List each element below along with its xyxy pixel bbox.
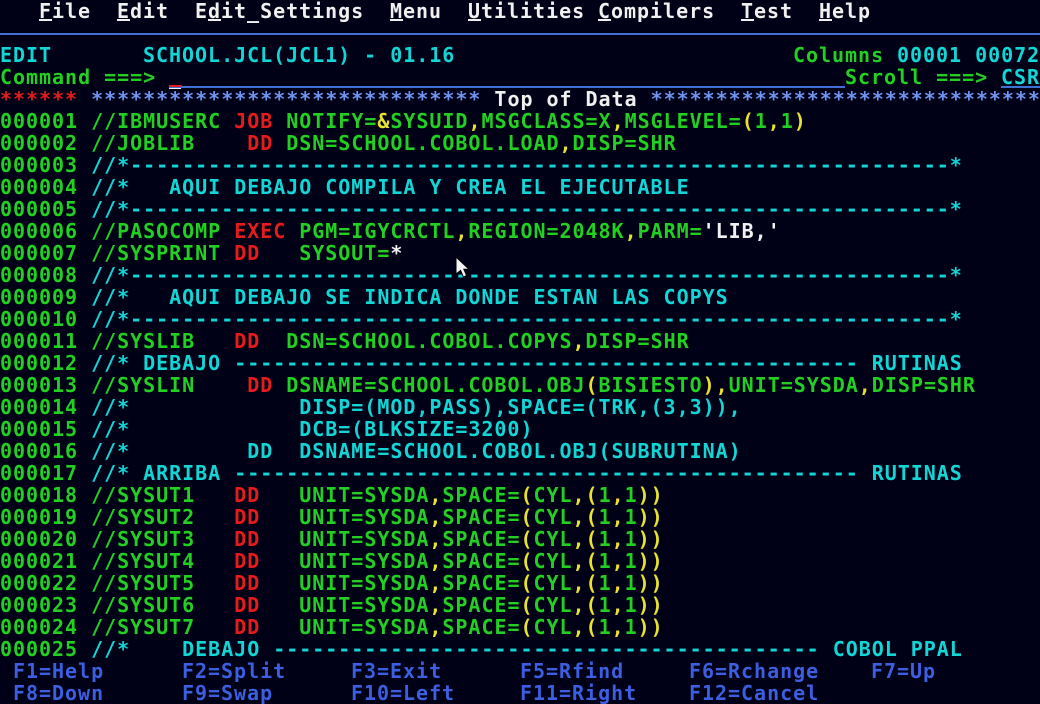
editor-line[interactable]: 000004 //* AQUI DEBAJO COMPILA Y CREA EL… — [0, 176, 1040, 198]
fkey-row-2: F8=Down F9=Swap F10=Left F11=Right F12=Cance… — [0, 682, 1040, 704]
menu-bar: File Edit Edit_Settings Menu Utilities Compil… — [0, 0, 1040, 22]
editor-line[interactable]: 000007 //SYSPRINT DD SYSOUT=* — [0, 242, 1040, 264]
editor-line[interactable]: 000023 //SYSUT6 DD UNIT=SYSDA,SPACE=(CYL… — [0, 594, 1040, 616]
dataset-title: SCHOOL.JCL(JCL1) - 01.16 — [143, 44, 455, 66]
editor-line[interactable]: 000005 //*------------------------------… — [0, 198, 1040, 220]
editor-line[interactable]: 000003 //*------------------------------… — [0, 154, 1040, 176]
menu-item-compilers[interactable]: Compilers — [598, 0, 715, 22]
editor-line[interactable]: 000006 //PASOCOMP EXEC PGM=IGYCRCTL,REGI… — [0, 220, 1040, 242]
fkey-f2[interactable]: F2=Split — [182, 660, 286, 682]
command-row: Command ===> _ Scroll ===> CSR — [0, 66, 1040, 88]
editor-line[interactable]: 000010 //*------------------------------… — [0, 308, 1040, 330]
fkey-f10[interactable]: F10=Left — [351, 682, 455, 704]
editor-line[interactable]: 000012 //* DEBAJO ----------------------… — [0, 352, 1040, 374]
editor-line[interactable]: 000002 //JOBLIB DD DSN=SCHOOL.COBOL.LOAD… — [0, 132, 1040, 154]
fkey-f11[interactable]: F11=Right — [520, 682, 637, 704]
fkey-f8[interactable]: F8=Down — [13, 682, 104, 704]
fkey-f3[interactable]: F3=Exit — [351, 660, 442, 682]
editor-line[interactable]: 000015 //* DCB=(BLKSIZE=3200) — [0, 418, 1040, 440]
editor-line[interactable]: 000008 //*------------------------------… — [0, 264, 1040, 286]
menu-item-edit-settings[interactable]: Edit_Settings — [195, 0, 364, 22]
editor-line[interactable]: 000014 //* DISP=(MOD,PASS),SPACE=(TRK,(3… — [0, 396, 1040, 418]
menu-item-test[interactable]: Test — [741, 0, 793, 22]
columns-label: Columns — [793, 44, 884, 66]
fkey-f7[interactable]: F7=Up — [871, 660, 936, 682]
editor-line[interactable]: 000022 //SYSUT5 DD UNIT=SYSDA,SPACE=(CYL… — [0, 572, 1040, 594]
terminal-screen: File Edit Edit_Settings Menu Utilities Compil… — [0, 0, 1040, 704]
editor-line[interactable]: 000018 //SYSUT1 DD UNIT=SYSDA,SPACE=(CYL… — [0, 484, 1040, 506]
menu-item-utilities[interactable]: Utilities — [468, 0, 585, 22]
editor-line[interactable]: 000021 //SYSUT4 DD UNIT=SYSDA,SPACE=(CYL… — [0, 550, 1040, 572]
scroll-value-field[interactable]: CSR — [1001, 66, 1040, 88]
fkey-f12[interactable]: F12=Cancel — [689, 682, 819, 704]
fkey-f9[interactable]: F9=Swap — [182, 682, 273, 704]
editor-line[interactable]: 000019 //SYSUT2 DD UNIT=SYSDA,SPACE=(CYL… — [0, 506, 1040, 528]
screen-mode-label: EDIT — [0, 44, 52, 66]
menu-item-edit[interactable]: Edit — [117, 0, 169, 22]
editor-line[interactable]: 000001 //IBMUSERC JOB NOTIFY=&SYSUID,MSG… — [0, 110, 1040, 132]
header-row: EDIT SCHOOL.JCL(JCL1) - 01.16 Columns 00… — [0, 44, 1040, 66]
mouse-pointer — [455, 257, 471, 279]
top-of-data-line: ****** ****************************** To… — [0, 88, 1040, 110]
fkey-f5[interactable]: F5=Rfind — [520, 660, 624, 682]
editor-line[interactable]: 000024 //SYSUT7 DD UNIT=SYSDA,SPACE=(CYL… — [0, 616, 1040, 638]
editor-line[interactable]: 000011 //SYSLIB DD DSN=SCHOOL.COBOL.COPY… — [0, 330, 1040, 352]
columns-value: 00001 00072 — [897, 44, 1040, 66]
scroll-label: Scroll ===> — [845, 66, 988, 88]
fkey-f1[interactable]: F1=Help — [13, 660, 104, 682]
editor-line[interactable]: 000013 //SYSLIN DD DSNAME=SCHOOL.COBOL.O… — [0, 374, 1040, 396]
menu-item-help[interactable]: Help — [819, 0, 871, 22]
editor-line[interactable]: 000017 //* ARRIBA ----------------------… — [0, 462, 1040, 484]
menu-item-menu[interactable]: Menu — [390, 0, 442, 22]
fkey-f6[interactable]: F6=Rchange — [689, 660, 819, 682]
editor-line[interactable]: 000009 //* AQUI DEBAJO SE INDICA DONDE E… — [0, 286, 1040, 308]
menu-item-file[interactable]: File — [39, 0, 91, 22]
menu-separator-line — [0, 33, 1040, 35]
editor-line[interactable]: 000020 //SYSUT3 DD UNIT=SYSDA,SPACE=(CYL… — [0, 528, 1040, 550]
editor-line[interactable]: 000025 //* DEBAJO ----------------------… — [0, 638, 1040, 660]
editor-line[interactable]: 000016 //* DD DSNAME=SCHOOL.COBOL.OBJ(SU… — [0, 440, 1040, 462]
command-label: Command ===> — [0, 66, 156, 88]
fkey-row-1: F1=Help F2=Split F3=Exit F5=Rfind F6=Rchange… — [0, 660, 1040, 682]
